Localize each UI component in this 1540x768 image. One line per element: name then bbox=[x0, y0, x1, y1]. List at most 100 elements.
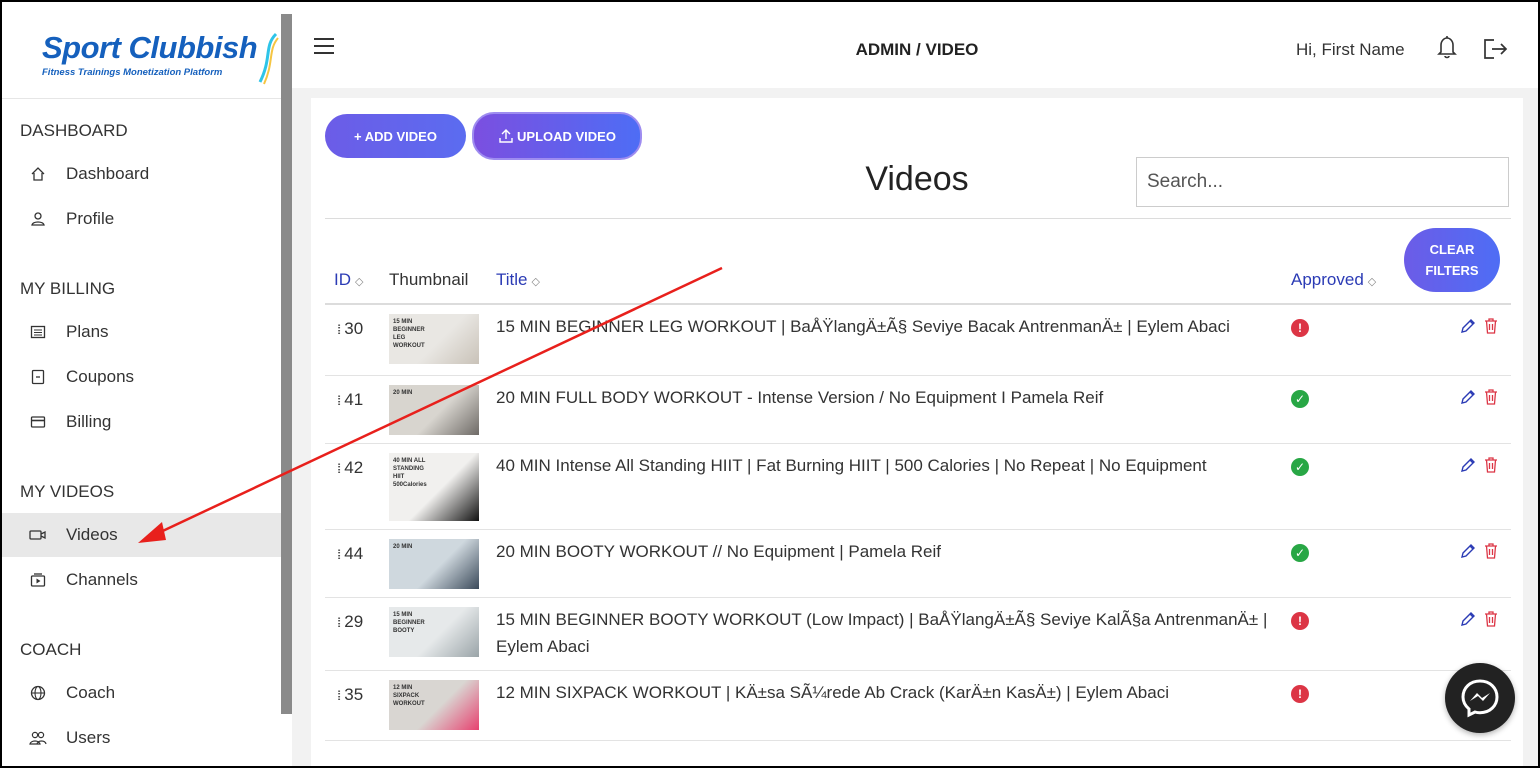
upload-video-button[interactable]: UPLOAD VIDEO bbox=[472, 112, 642, 160]
videos-card: + ADD VIDEO UPLOAD VIDEO Videos CLEAR FI… bbox=[311, 98, 1523, 766]
drag-handle-icon[interactable]: ⁞⁞ bbox=[337, 688, 342, 703]
sidebar-item-users[interactable]: Users bbox=[2, 716, 281, 760]
clear-filters-line-1: CLEAR bbox=[1429, 242, 1475, 257]
sidebar-item-coupons[interactable]: Coupons bbox=[2, 355, 281, 399]
drag-handle-icon[interactable]: ⁞⁞ bbox=[337, 547, 342, 562]
video-thumbnail[interactable]: 12 MIN SIXPACK WORKOUT bbox=[389, 680, 479, 730]
video-title: 15 MIN BEGINNER LEG WORKOUT | BaÅŸlangÄ±… bbox=[496, 317, 1230, 336]
delete-icon[interactable] bbox=[1483, 542, 1499, 560]
home-icon bbox=[28, 164, 48, 184]
column-header-label: Title bbox=[496, 270, 528, 289]
column-header-thumbnail: Thumbnail bbox=[389, 270, 469, 289]
row-actions bbox=[1459, 388, 1499, 406]
delete-icon[interactable] bbox=[1483, 317, 1499, 335]
thumbnail-text: 40 MIN ALL STANDING HIIT 500Calories bbox=[393, 458, 427, 488]
sidebar-item-label: Plans bbox=[66, 322, 109, 341]
column-header-label: ID bbox=[334, 270, 351, 289]
video-title: 12 MIN SIXPACK WORKOUT | KÄ±sa SÃ¼rede A… bbox=[496, 683, 1169, 702]
thumbnail-text: 12 MIN SIXPACK WORKOUT bbox=[393, 685, 425, 707]
drag-handle-icon[interactable]: ⁞⁞ bbox=[337, 615, 342, 630]
users-icon bbox=[28, 728, 48, 748]
search-input[interactable] bbox=[1136, 157, 1509, 207]
video-title: 15 MIN BEGINNER BOOTY WORKOUT (Low Impac… bbox=[496, 610, 1268, 656]
video-thumbnail[interactable]: 15 MIN BEGINNER LEG WORKOUT bbox=[389, 314, 479, 364]
edit-icon[interactable] bbox=[1459, 542, 1477, 560]
sidebar-item-videos[interactable]: Videos bbox=[2, 513, 281, 557]
approved-check-icon: ✓ bbox=[1291, 458, 1309, 476]
sidebar-item-plans[interactable]: Plans bbox=[2, 310, 281, 354]
sidebar: Sport Clubbish Fitness Trainings Monetiz… bbox=[2, 2, 281, 766]
column-header-approved[interactable]: Approved ◇ bbox=[1291, 270, 1376, 290]
delete-icon[interactable] bbox=[1483, 610, 1499, 628]
sidebar-item-label: Coach bbox=[66, 683, 116, 702]
coupon-icon bbox=[28, 367, 48, 387]
sidebar-item-dashboard[interactable]: Dashboard bbox=[2, 152, 281, 196]
sidebar-item-label: Coupons bbox=[66, 367, 135, 386]
drag-handle-icon[interactable]: ⁞⁞ bbox=[337, 393, 342, 408]
table-row[interactable]: ⁞⁞ 41 20 MIN 20 MIN FULL BODY WORKOUT - Int… bbox=[325, 376, 1511, 444]
video-thumbnail[interactable]: 20 MIN bbox=[389, 539, 479, 589]
logo-title: Sport Clubbish bbox=[42, 30, 258, 65]
thumbnail-text: 20 MIN bbox=[393, 544, 413, 550]
row-id: 42 bbox=[344, 458, 364, 477]
column-header-label: Approved bbox=[1291, 270, 1364, 289]
channel-icon bbox=[28, 570, 48, 590]
upload-icon bbox=[499, 129, 513, 143]
sort-icon: ◇ bbox=[531, 276, 540, 288]
add-video-button[interactable]: + ADD VIDEO bbox=[325, 114, 466, 158]
list-icon bbox=[28, 322, 48, 342]
table-row[interactable]: ⁞⁞ 29 15 MIN BEGINNER BOOTY 15 MIN BEGINNER… bbox=[325, 598, 1511, 671]
edit-icon[interactable] bbox=[1459, 317, 1477, 335]
user-greeting: Hi, First Name bbox=[1296, 40, 1405, 59]
bell-icon[interactable] bbox=[1435, 34, 1459, 60]
row-id-cell: ⁞⁞ 30 bbox=[337, 319, 363, 339]
logo-tagline: Fitness Trainings Monetization Platform bbox=[42, 67, 223, 78]
sidebar-item-label: Billing bbox=[66, 412, 112, 431]
sidebar-item-profile[interactable]: Profile bbox=[2, 197, 281, 241]
divider bbox=[325, 218, 1511, 219]
sidebar-item-coach[interactable]: Coach bbox=[2, 671, 281, 715]
edit-icon[interactable] bbox=[1459, 610, 1477, 628]
app-window: Sport Clubbish Fitness Trainings Monetiz… bbox=[0, 0, 1540, 768]
upload-video-label: UPLOAD VIDEO bbox=[517, 128, 616, 144]
video-thumbnail[interactable]: 20 MIN bbox=[389, 385, 479, 435]
row-id-cell: ⁞⁞ 29 bbox=[337, 612, 363, 632]
sidebar-item-label: Channels bbox=[66, 570, 138, 589]
table-row[interactable]: ⁞⁞ 44 20 MIN 20 MIN BOOTY WORKOUT // No Equ… bbox=[325, 530, 1511, 598]
approved-check-icon: ✓ bbox=[1291, 390, 1309, 408]
table-row[interactable]: ⁞⁞ 35 12 MIN SIXPACK WORKOUT 12 MIN SIXPACK… bbox=[325, 671, 1511, 741]
column-header-title[interactable]: Title ◇ bbox=[496, 270, 540, 290]
sidebar-scrollbar[interactable] bbox=[281, 14, 292, 714]
row-id: 44 bbox=[344, 544, 364, 563]
sort-icon: ◇ bbox=[1367, 276, 1377, 288]
row-id: 29 bbox=[344, 612, 364, 631]
delete-icon[interactable] bbox=[1483, 388, 1499, 406]
messenger-chat-button[interactable] bbox=[1445, 663, 1515, 733]
pending-alert-icon: ! bbox=[1291, 612, 1309, 630]
logo: Sport Clubbish Fitness Trainings Monetiz… bbox=[42, 30, 258, 78]
credit-card-icon bbox=[28, 412, 48, 432]
row-actions bbox=[1459, 542, 1499, 560]
edit-icon[interactable] bbox=[1459, 456, 1477, 474]
sidebar-item-label: Videos bbox=[66, 525, 118, 544]
clear-filters-button[interactable]: CLEAR FILTERS bbox=[1404, 228, 1500, 292]
delete-icon[interactable] bbox=[1483, 456, 1499, 474]
table-row[interactable]: ⁞⁞ 42 40 MIN ALL STANDING HIIT 500Calories… bbox=[325, 444, 1511, 530]
row-id-cell: ⁞⁞ 44 bbox=[337, 544, 363, 564]
table-row[interactable]: ⁞⁞ 30 15 MIN BEGINNER LEG WORKOUT 15 MIN BE… bbox=[325, 305, 1511, 376]
sidebar-item-channels[interactable]: Channels bbox=[2, 558, 281, 602]
row-id: 30 bbox=[344, 319, 364, 338]
drag-handle-icon[interactable]: ⁞⁞ bbox=[337, 322, 342, 337]
video-thumbnail[interactable]: 15 MIN BEGINNER BOOTY bbox=[389, 607, 479, 657]
logout-icon[interactable] bbox=[1482, 37, 1510, 61]
sidebar-item-billing[interactable]: Billing bbox=[2, 400, 281, 444]
row-id-cell: ⁞⁞ 41 bbox=[337, 390, 363, 410]
video-thumbnail[interactable]: 40 MIN ALL STANDING HIIT 500Calories bbox=[389, 453, 479, 521]
edit-icon[interactable] bbox=[1459, 388, 1477, 406]
video-title: 20 MIN BOOTY WORKOUT // No Equipment | P… bbox=[496, 542, 941, 561]
approved-check-icon: ✓ bbox=[1291, 544, 1309, 562]
column-header-id[interactable]: ID ◇ bbox=[334, 270, 363, 290]
row-id-cell: ⁞⁞ 42 bbox=[337, 458, 363, 478]
drag-handle-icon[interactable]: ⁞⁞ bbox=[337, 461, 342, 476]
thumbnail-text: 20 MIN bbox=[393, 390, 413, 396]
